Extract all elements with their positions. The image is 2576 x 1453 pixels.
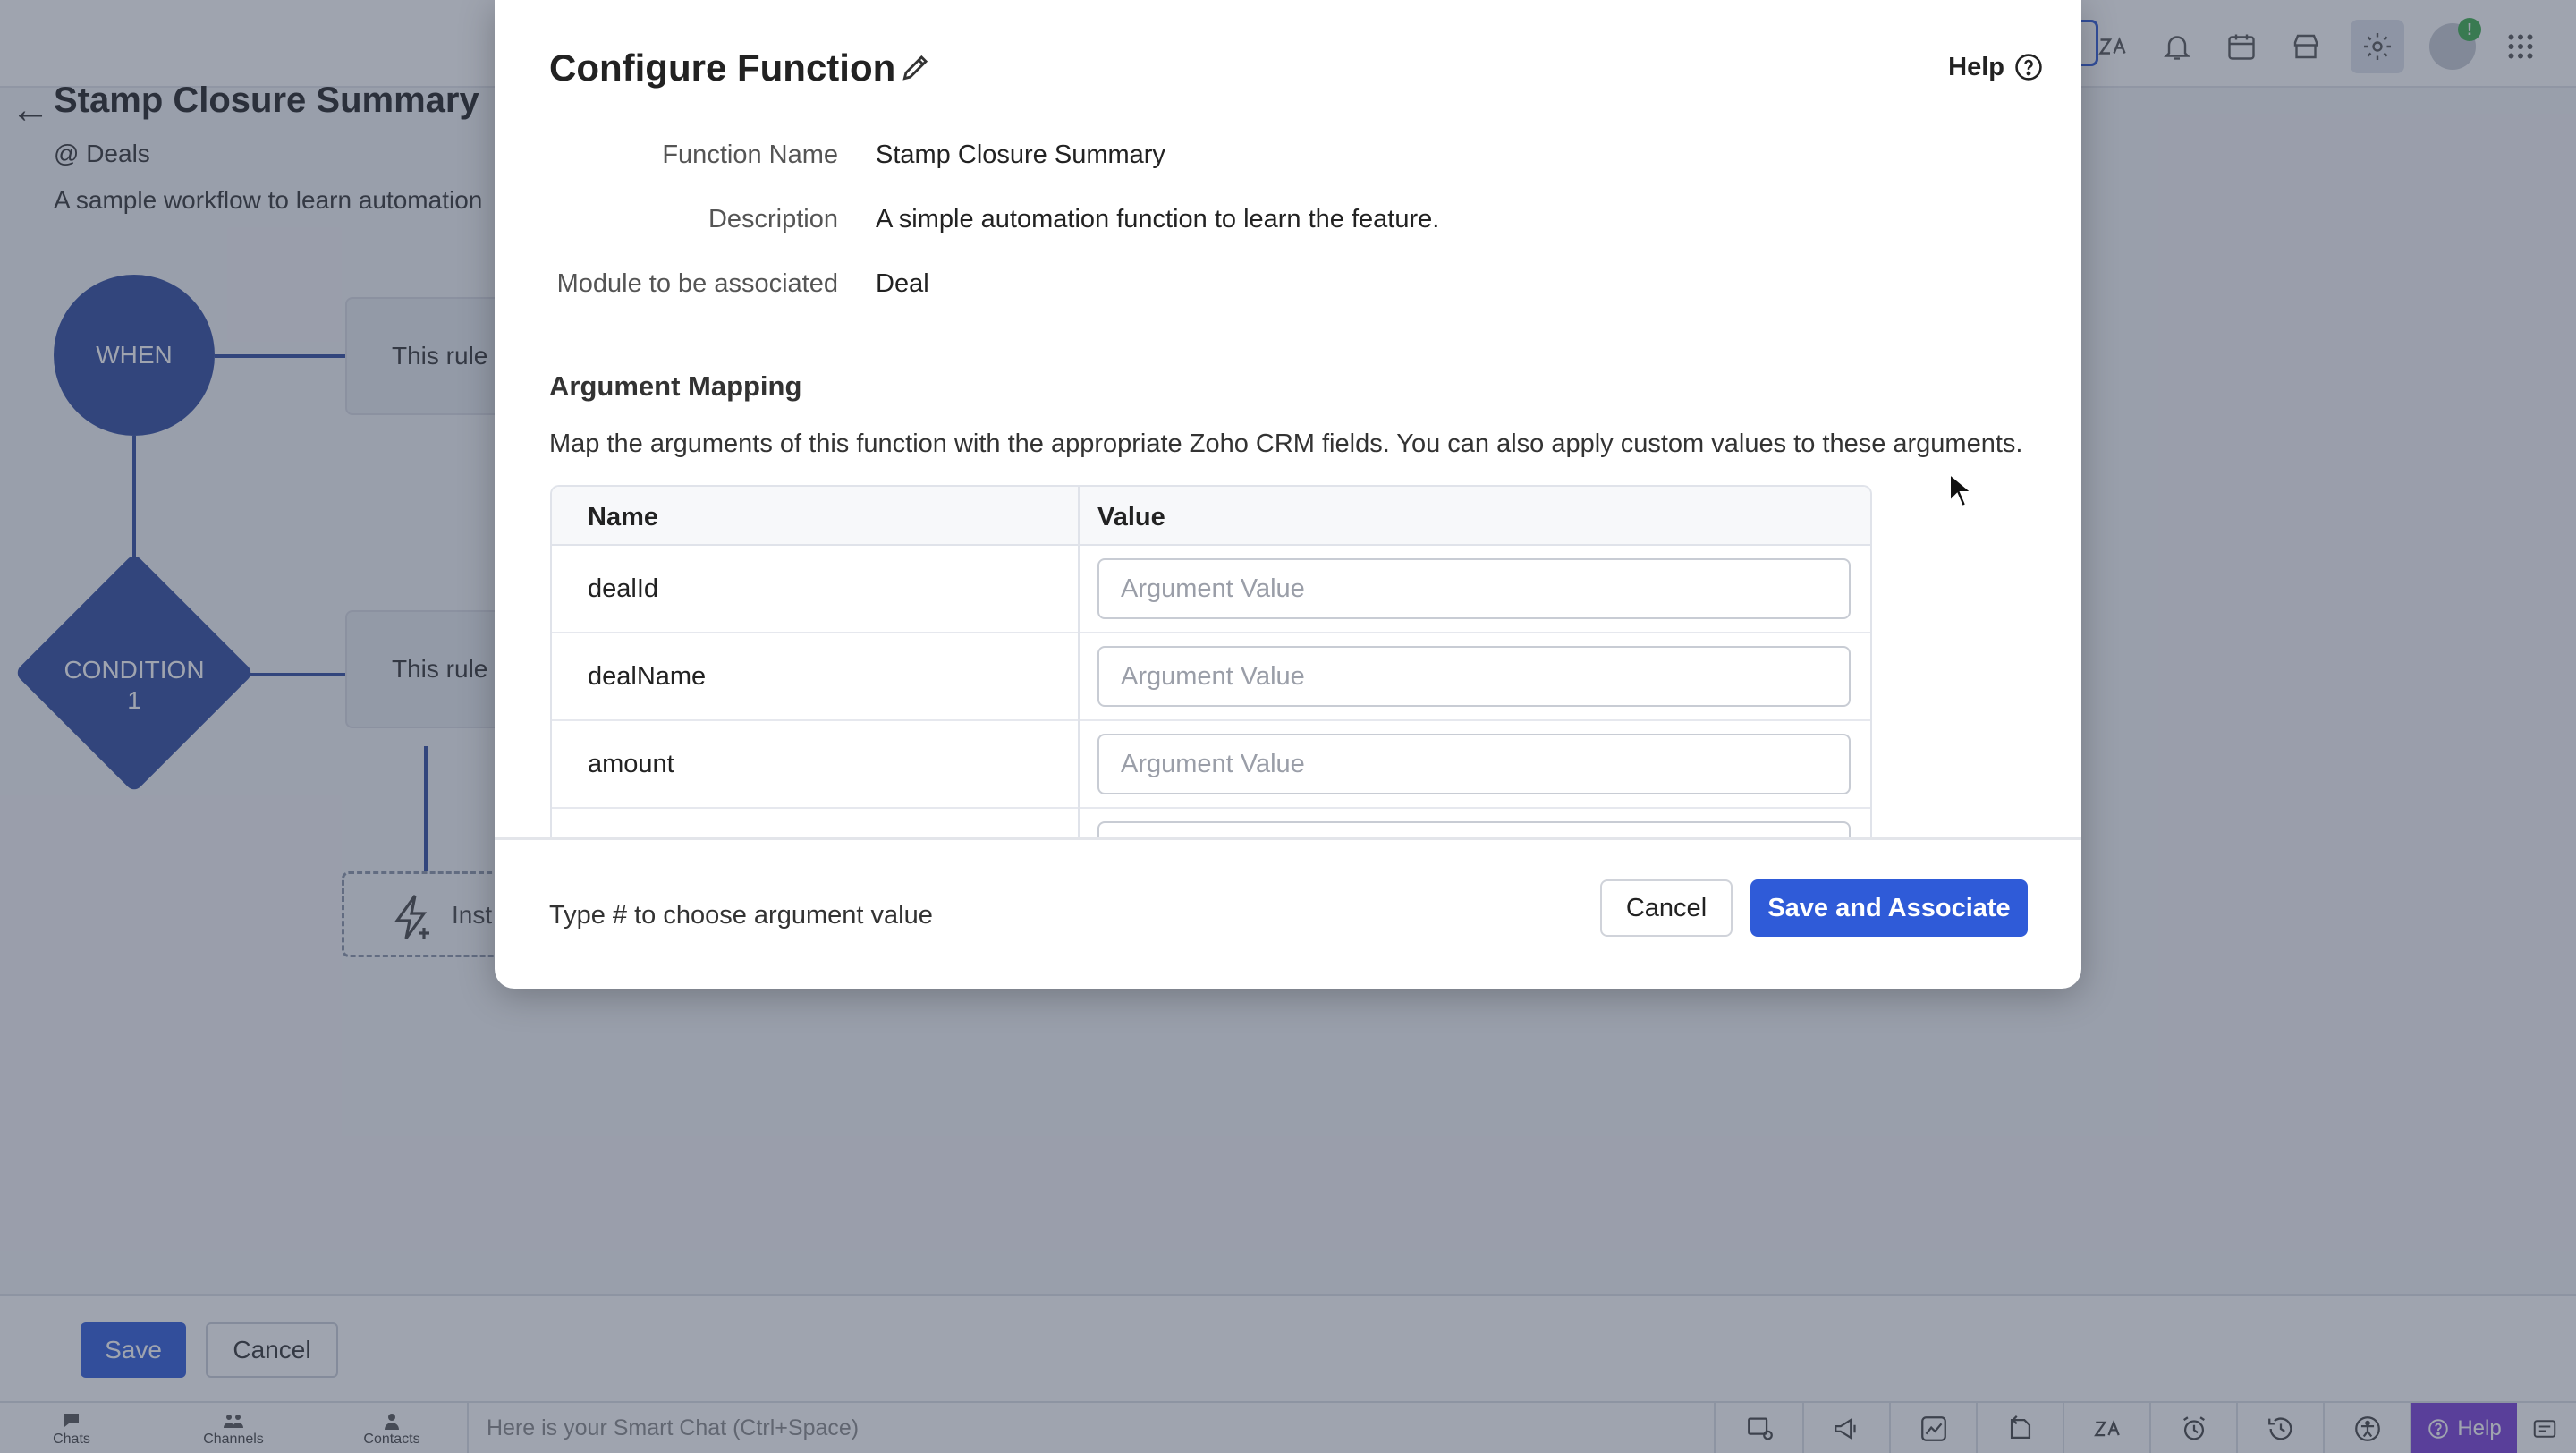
argument-value-input-partial[interactable] — [1097, 821, 1851, 839]
argument-mapping-description: Map the arguments of this function with … — [549, 429, 2023, 458]
table-row: amount — [552, 721, 1870, 809]
table-row-partial — [552, 809, 1870, 839]
column-divider — [1078, 487, 1080, 839]
field-row-function-name: Function Name Stamp Closure Summary — [495, 140, 2015, 176]
argument-value-input[interactable] — [1097, 646, 1851, 707]
argument-name: amount — [588, 750, 674, 778]
description-value: A simple automation function to learn th… — [876, 205, 1440, 234]
column-header-value: Value — [1097, 503, 1165, 531]
help-link[interactable]: Help — [1948, 52, 2044, 82]
argument-name: dealName — [588, 662, 707, 691]
mouse-cursor-icon — [1949, 472, 1973, 508]
field-label: Module to be associated — [556, 269, 838, 298]
help-link-label: Help — [1948, 52, 2004, 81]
table-row: dealId — [552, 546, 1870, 633]
pencil-icon[interactable] — [899, 50, 933, 84]
footer-hint: Type # to choose argument value — [549, 901, 933, 930]
argument-table: Name Value dealId dealName amount — [550, 485, 1872, 839]
argument-name: dealId — [588, 574, 659, 603]
module-value: Deal — [876, 269, 929, 298]
field-row-module: Module to be associated Deal — [495, 269, 2015, 305]
field-label: Function Name — [662, 140, 838, 169]
field-label: Description — [708, 205, 838, 234]
column-header-name: Name — [588, 503, 658, 531]
modal-cancel-button[interactable]: Cancel — [1600, 879, 1733, 937]
save-and-associate-button[interactable]: Save and Associate — [1750, 879, 2028, 937]
modal-title: Configure Function — [549, 47, 896, 89]
argument-value-input[interactable] — [1097, 558, 1851, 619]
question-circle-icon — [2015, 54, 2042, 81]
configure-function-modal: Configure Function Help Function Name St… — [495, 0, 2081, 989]
table-header: Name Value — [552, 487, 1870, 546]
table-row: dealName — [552, 633, 1870, 721]
argument-value-input[interactable] — [1097, 734, 1851, 794]
modal-footer: Type # to choose argument value Cancel S… — [495, 837, 2081, 989]
field-row-description: Description A simple automation function… — [495, 205, 2015, 241]
argument-mapping-title: Argument Mapping — [549, 370, 802, 402]
function-name-value: Stamp Closure Summary — [876, 140, 1165, 169]
